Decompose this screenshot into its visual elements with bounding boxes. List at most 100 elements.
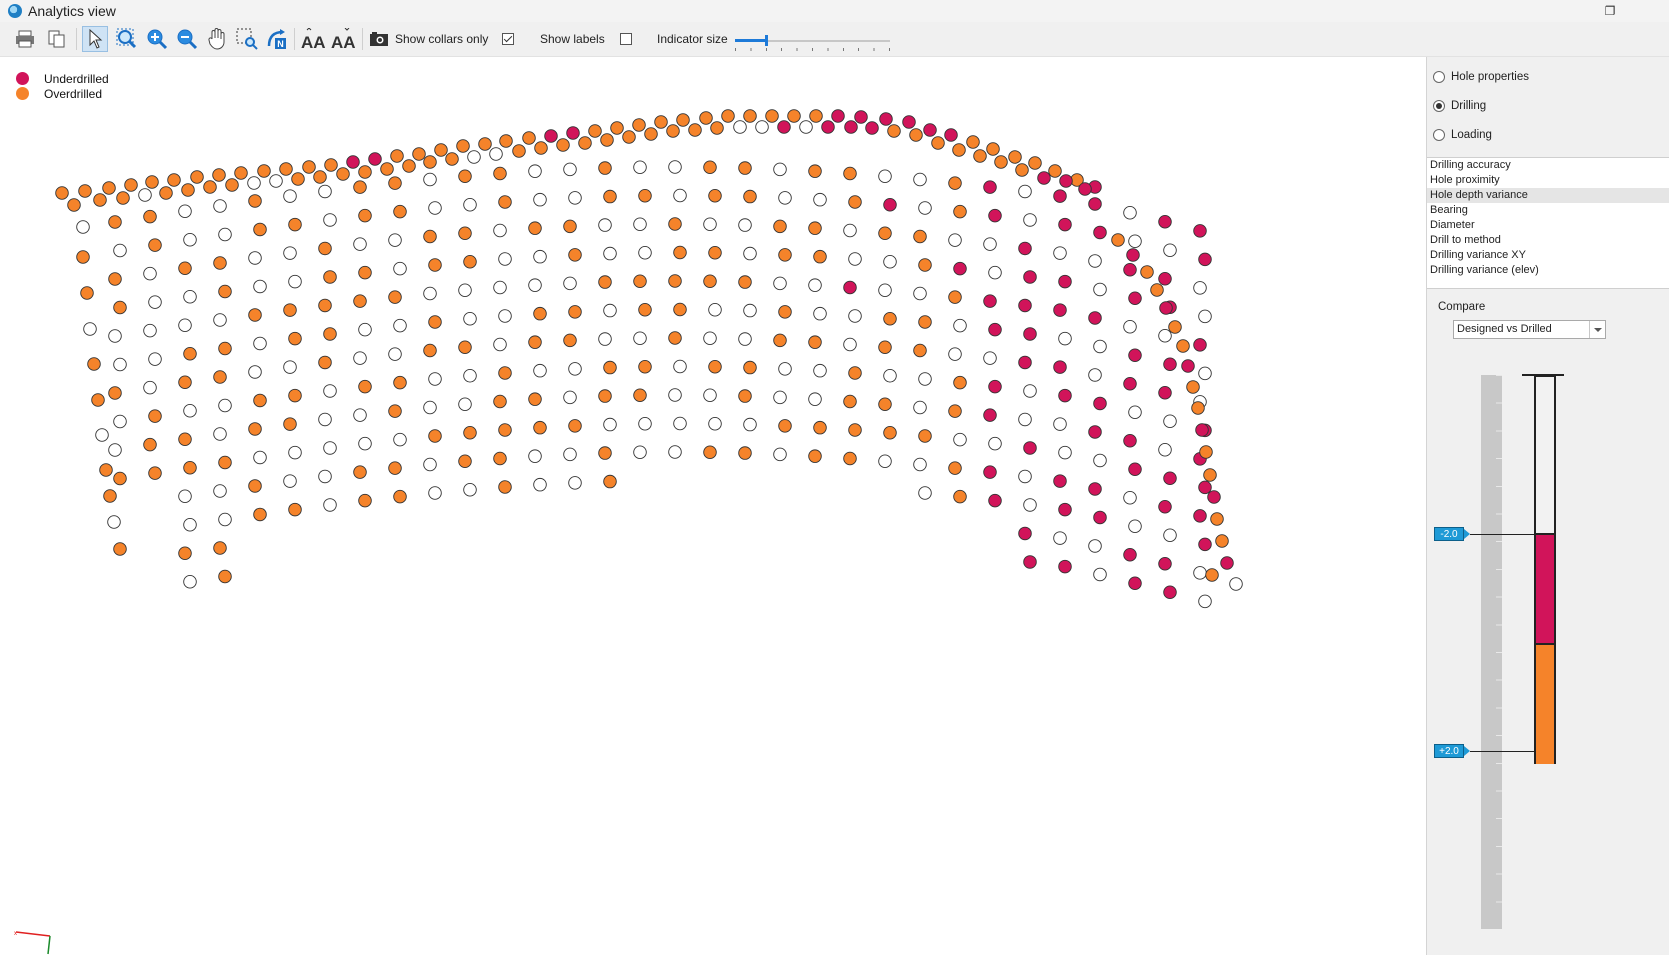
hole-marker[interactable] — [388, 404, 402, 418]
hole-marker[interactable] — [533, 249, 547, 264]
hole-marker[interactable] — [563, 333, 577, 348]
hole-marker[interactable] — [1168, 320, 1182, 334]
hole-marker[interactable] — [988, 322, 1002, 337]
hole-marker[interactable] — [1158, 386, 1172, 400]
hole-marker[interactable] — [633, 274, 647, 289]
hole-marker[interactable] — [83, 322, 97, 336]
hole-marker[interactable] — [1053, 303, 1067, 317]
print-button[interactable] — [12, 26, 38, 52]
hole-marker[interactable] — [1058, 217, 1072, 232]
hole-marker[interactable] — [808, 164, 822, 178]
hole-marker[interactable] — [1058, 502, 1072, 517]
hole-marker[interactable] — [533, 477, 547, 492]
radio-loading[interactable]: Loading — [1433, 129, 1492, 141]
hole-marker[interactable] — [388, 290, 402, 304]
hole-marker[interactable] — [493, 166, 507, 181]
hole-marker[interactable] — [1163, 414, 1177, 429]
hole-marker[interactable] — [445, 152, 459, 166]
hole-marker[interactable] — [918, 201, 932, 215]
hole-marker[interactable] — [598, 218, 612, 232]
hole-marker[interactable] — [358, 493, 372, 508]
hole-marker[interactable] — [423, 155, 437, 169]
hole-marker[interactable] — [108, 329, 122, 343]
hole-marker[interactable] — [218, 341, 232, 356]
hole-marker[interactable] — [808, 392, 822, 406]
hole-marker[interactable] — [257, 164, 271, 178]
hole-marker[interactable] — [953, 489, 967, 504]
hole-marker[interactable] — [1205, 568, 1219, 582]
hole-marker[interactable] — [167, 173, 181, 187]
hole-marker[interactable] — [248, 422, 262, 436]
hole-marker[interactable] — [738, 389, 752, 403]
hole-marker[interactable] — [1037, 171, 1051, 185]
hole-marker[interactable] — [1053, 474, 1067, 488]
hole-marker[interactable] — [434, 143, 448, 157]
hole-marker[interactable] — [380, 162, 394, 176]
hole-marker[interactable] — [458, 397, 472, 412]
hole-marker[interactable] — [143, 323, 157, 338]
hole-marker[interactable] — [528, 335, 542, 349]
hole-marker[interactable] — [1123, 206, 1137, 220]
hole-marker[interactable] — [918, 315, 932, 329]
hole-marker[interactable] — [463, 426, 477, 440]
hole-marker[interactable] — [843, 451, 857, 466]
hole-marker[interactable] — [283, 189, 297, 203]
hole-marker[interactable] — [777, 120, 791, 134]
hole-marker[interactable] — [1128, 576, 1142, 591]
hole-marker[interactable] — [743, 189, 757, 204]
hole-marker[interactable] — [463, 198, 477, 212]
hole-marker[interactable] — [218, 398, 232, 413]
hole-marker[interactable] — [1111, 233, 1125, 247]
hole-marker[interactable] — [318, 184, 332, 199]
hole-marker[interactable] — [638, 417, 652, 431]
hole-marker[interactable] — [458, 283, 472, 298]
hole-marker[interactable] — [603, 474, 617, 489]
hole-marker[interactable] — [1128, 462, 1142, 477]
hole-marker[interactable] — [533, 420, 547, 435]
hole-marker[interactable] — [393, 204, 407, 219]
hole-marker[interactable] — [213, 199, 227, 213]
hole-marker[interactable] — [848, 366, 862, 380]
hole-marker[interactable] — [813, 249, 827, 264]
hole-marker[interactable] — [743, 303, 757, 318]
hole-marker[interactable] — [1207, 490, 1221, 504]
hole-marker[interactable] — [498, 480, 512, 494]
hole-marker[interactable] — [318, 298, 332, 313]
hole-marker[interactable] — [1093, 453, 1107, 468]
hole-marker[interactable] — [108, 272, 122, 286]
hole-marker[interactable] — [1123, 377, 1137, 391]
hole-marker[interactable] — [610, 121, 624, 135]
hole-marker[interactable] — [95, 428, 109, 442]
hole-marker[interactable] — [1158, 443, 1172, 457]
hole-marker[interactable] — [568, 362, 582, 376]
hole-marker[interactable] — [813, 363, 827, 378]
hole-marker[interactable] — [603, 360, 617, 375]
hole-marker[interactable] — [703, 331, 717, 346]
north-view-button[interactable]: N — [264, 26, 290, 52]
hole-marker[interactable] — [358, 322, 372, 337]
hole-marker[interactable] — [703, 217, 717, 232]
hole-marker[interactable] — [878, 283, 892, 298]
hole-marker[interactable] — [883, 255, 897, 269]
hole-marker[interactable] — [1163, 528, 1177, 543]
hole-marker[interactable] — [113, 414, 127, 429]
hole-marker[interactable] — [99, 463, 113, 477]
hole-marker[interactable] — [323, 327, 337, 341]
list-item[interactable]: Hole depth variance — [1427, 188, 1669, 203]
hole-marker[interactable] — [1186, 380, 1200, 394]
hole-marker[interactable] — [423, 286, 437, 301]
hole-marker[interactable] — [1198, 537, 1212, 552]
hole-marker[interactable] — [178, 318, 192, 333]
hole-marker[interactable] — [1023, 327, 1037, 341]
hole-marker[interactable] — [80, 286, 94, 300]
hole-marker[interactable] — [428, 258, 442, 272]
hole-marker[interactable] — [598, 161, 612, 175]
hole-marker[interactable] — [773, 219, 787, 234]
hole-marker[interactable] — [269, 174, 283, 188]
hole-marker[interactable] — [953, 375, 967, 390]
hole-marker[interactable] — [1023, 270, 1037, 284]
hole-marker[interactable] — [878, 397, 892, 412]
hole-marker[interactable] — [603, 189, 617, 204]
hole-marker[interactable] — [283, 474, 297, 488]
hole-marker[interactable] — [1198, 594, 1212, 609]
